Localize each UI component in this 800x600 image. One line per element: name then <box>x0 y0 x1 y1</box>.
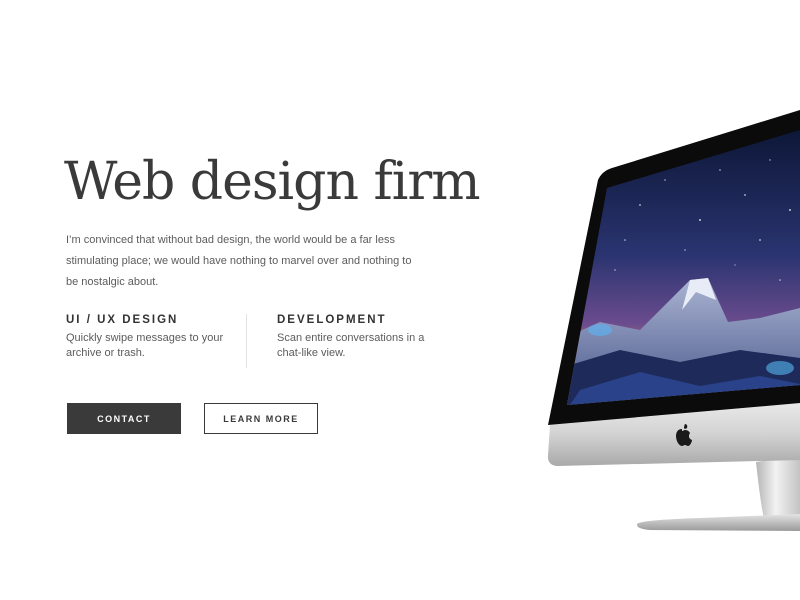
hero-title: Web design firm <box>64 152 481 212</box>
feature-text: Scan entire conversations in a chat-like… <box>277 332 425 359</box>
feature-title: UI / UX DESIGN <box>66 314 179 326</box>
feature-title: DEVELOPMENT <box>277 314 387 326</box>
learn-more-button[interactable]: LEARN MORE <box>204 403 318 434</box>
feature-divider <box>246 314 247 368</box>
imac-image <box>547 110 800 531</box>
feature-ui-ux-design: UI / UX DESIGN Quickly swipe messages to… <box>66 314 236 361</box>
feature-development: DEVELOPMENT Scan entire conversations in… <box>277 314 447 361</box>
page: Web design firm I’m convinced that witho… <box>0 0 800 600</box>
feature-text: Quickly swipe messages to your archive o… <box>66 332 224 359</box>
contact-button[interactable]: CONTACT <box>67 403 181 434</box>
hero-description: I’m convinced that without bad design, t… <box>66 234 412 288</box>
